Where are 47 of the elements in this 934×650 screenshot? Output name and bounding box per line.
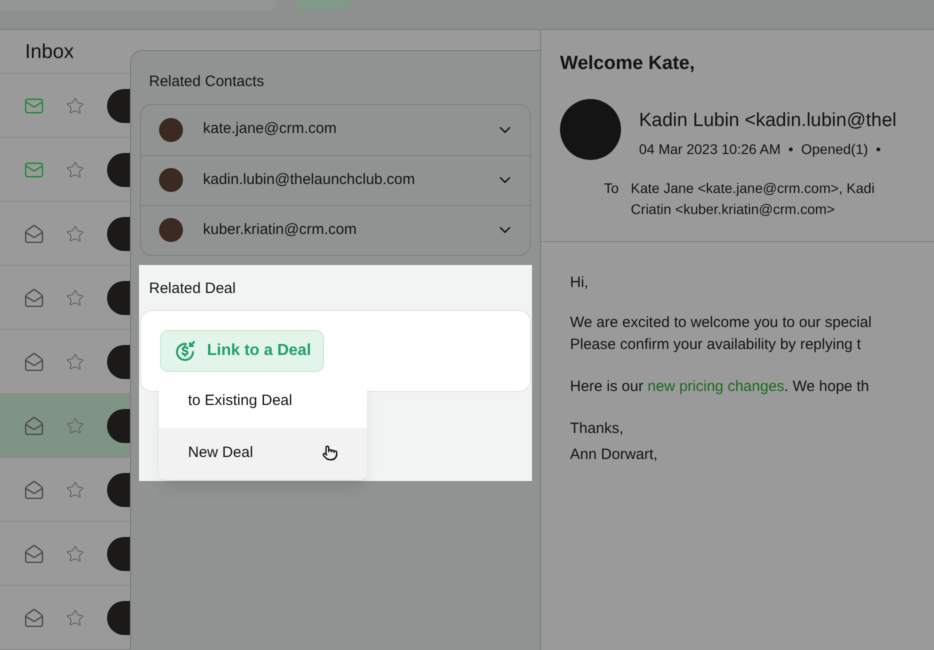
- body-line: We are excited to welcome you to our special: [570, 313, 873, 333]
- menu-item[interactable]: to Existing Deal: [159, 376, 367, 428]
- greeting: Hi,: [570, 273, 590, 293]
- inbox-title: Inbox: [25, 40, 74, 64]
- star-icon[interactable]: [66, 222, 85, 244]
- email-subject: Welcome Kate,: [559, 52, 696, 76]
- contact-email: kuber.kriatin@crm.com: [203, 220, 358, 240]
- section-title: Related Deal: [148, 278, 237, 298]
- contact-email: kate.jane@crm.com: [203, 119, 338, 140]
- section-title: Related Contacts: [148, 72, 266, 92]
- contact-row[interactable]: kuber.kriatin@crm.com: [141, 204, 530, 254]
- star-icon[interactable]: [66, 606, 85, 628]
- hand-cursor-icon: [322, 444, 338, 460]
- star-icon[interactable]: [66, 350, 85, 372]
- email-row[interactable]: [0, 394, 130, 458]
- star-icon[interactable]: [66, 94, 85, 116]
- body-line: Here is our new pricing changes. We hope th: [570, 377, 870, 397]
- email-meta: 04 Mar 2023 10:26 AM • Opened(1) •: [639, 140, 882, 159]
- avatar: [159, 168, 183, 192]
- recipients-line: Kate Jane <kate.jane@crm.com>, Kadi: [630, 179, 875, 198]
- avatar: [106, 216, 130, 250]
- contact-row[interactable]: kate.jane@crm.com: [141, 104, 530, 154]
- avatar: [106, 344, 130, 378]
- sender-name: Kadin Lubin <kadin.lubin@thel: [639, 108, 897, 132]
- recipients-line: Criatin <kuber.kriatin@crm.com>: [630, 200, 836, 219]
- signoff-line: Ann Dorwart,: [570, 445, 659, 465]
- avatar: [106, 600, 130, 634]
- signoff-line: Thanks,: [570, 419, 624, 439]
- to-label: To: [604, 179, 619, 198]
- avatar: [106, 472, 130, 506]
- dollar-circle-icon: [173, 339, 197, 363]
- star-icon[interactable]: [66, 478, 85, 500]
- contact-email: kadin.lubin@thelaunchclub.com: [203, 170, 416, 190]
- star-icon[interactable]: [66, 414, 85, 436]
- star-icon[interactable]: [66, 158, 85, 180]
- contact-row[interactable]: kadin.lubin@thelaunchclub.com: [141, 154, 530, 204]
- star-icon[interactable]: [66, 286, 85, 308]
- avatar: [106, 408, 130, 442]
- avatar: [106, 88, 130, 122]
- avatar: [106, 536, 130, 570]
- menu-item[interactable]: New Deal: [159, 428, 367, 480]
- avatar: [159, 118, 183, 142]
- avatar: [106, 152, 130, 186]
- body-line: Please confirm your availability by replying t: [570, 335, 862, 355]
- avatar: [159, 218, 183, 242]
- star-icon[interactable]: [66, 542, 85, 564]
- avatar: [106, 280, 130, 314]
